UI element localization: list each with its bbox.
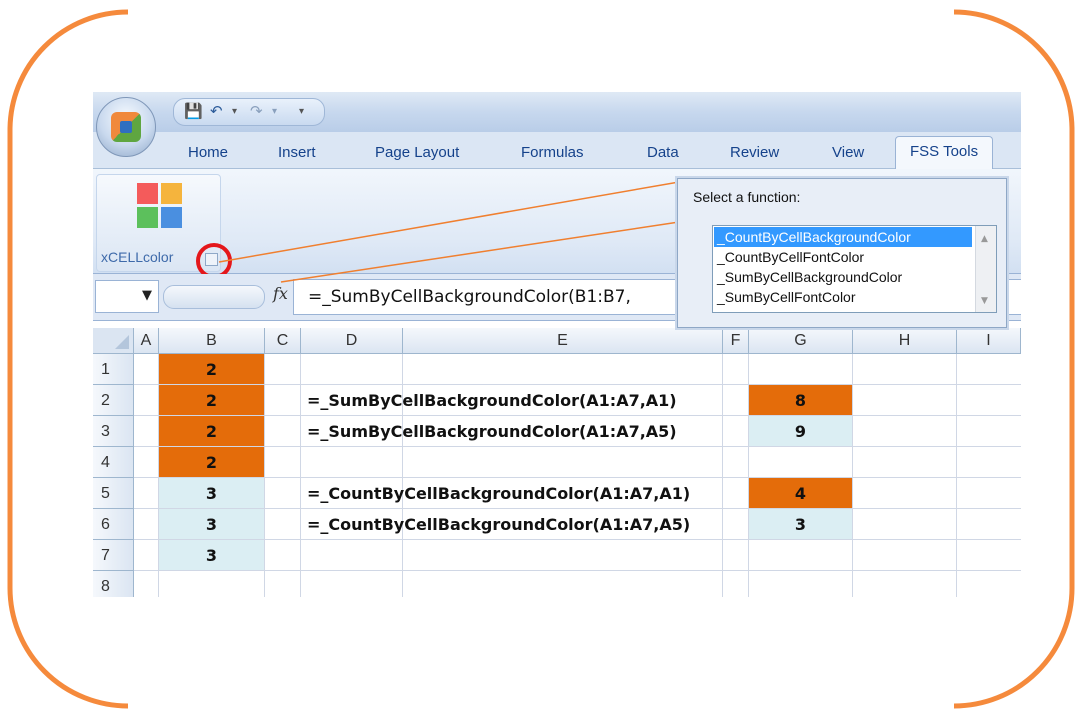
list-item[interactable]: _SumByCellBackgroundColor [714,267,972,287]
function-listbox[interactable]: _CountByCellBackgroundColor _CountByCell… [712,225,997,313]
list-item[interactable]: _CountByCellFontColor [714,247,972,267]
list-item[interactable]: _CountByCellBackgroundColor [714,227,972,247]
callout-lines [218,181,680,283]
popup-label: Select a function: [693,189,801,205]
scroll-down-icon[interactable]: ▼ [981,296,988,306]
scroll-up-icon[interactable]: ▲ [981,234,988,244]
excel-window: 💾 ↶ ▾ ↷ ▾ ▾ Home Insert Page Layout Form… [93,92,1021,597]
function-select-popup: Select a function: _CountByCellBackgroun… [677,178,1007,328]
listbox-scrollbar[interactable]: ▲ ▼ [975,226,996,312]
list-item[interactable]: _SumByCellFontColor [714,287,972,307]
